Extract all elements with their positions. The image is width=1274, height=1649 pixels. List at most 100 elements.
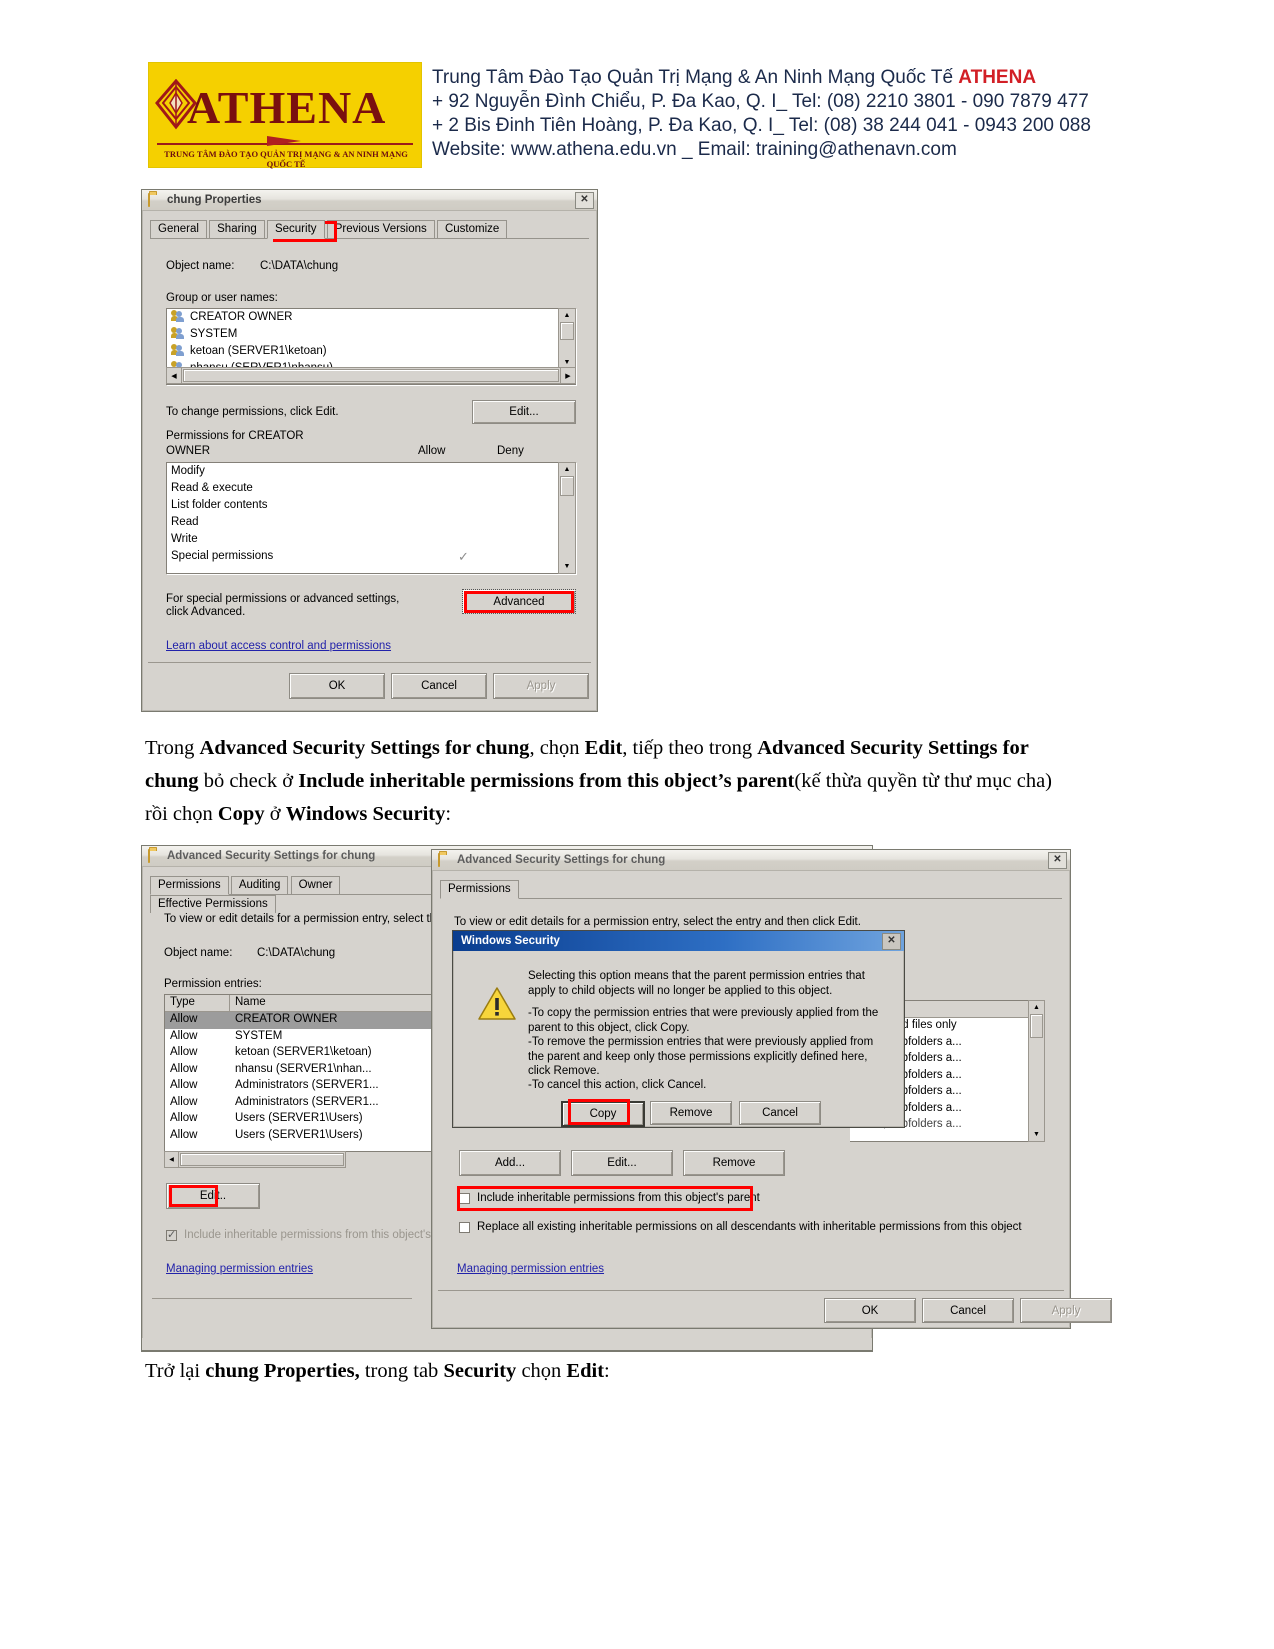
para2-t4: :: [604, 1360, 610, 1382]
adv-front-ok-button[interactable]: OK: [824, 1298, 916, 1323]
scroll-thumb-h[interactable]: [183, 369, 559, 382]
scroll-up-icon[interactable]: ▲: [559, 463, 575, 476]
adv-front-edit-button[interactable]: Edit...: [571, 1150, 673, 1176]
athena-letterhead: ATHENA TRUNG TÂM ĐÀO TẠO QUẢN TRỊ MẠNG &…: [148, 62, 1091, 169]
scroll-thumb-h[interactable]: [180, 1153, 344, 1166]
adv-front-cancel-button[interactable]: Cancel: [922, 1298, 1014, 1323]
scroll-right-icon[interactable]: ▶: [560, 368, 575, 383]
tab-permissions[interactable]: Permissions: [440, 880, 519, 899]
managing-permission-entries-link[interactable]: Managing permission entries: [457, 1263, 604, 1275]
list-item[interactable]: CREATOR OWNER: [167, 309, 575, 326]
scroll-left-icon[interactable]: ◀: [167, 368, 182, 383]
tab-previous-versions[interactable]: Previous Versions: [326, 220, 435, 238]
close-icon[interactable]: ✕: [575, 191, 594, 209]
copy-button[interactable]: Copy: [561, 1101, 645, 1127]
scroll-thumb[interactable]: [560, 322, 574, 340]
letterhead-line-3: + 2 Bis Đinh Tiên Hoàng, P. Đa Kao, Q. I…: [432, 115, 1091, 136]
cell-name: SYSTEM: [235, 1029, 283, 1042]
cell-type: Allow: [170, 1062, 198, 1075]
windows-security-titlebar: Windows Security ✕: [453, 931, 904, 951]
cancel-button[interactable]: Cancel: [391, 673, 487, 699]
permission-row[interactable]: Special permissions ✓: [167, 548, 575, 565]
adv-front-titlebar: Advanced Security Settings for chung ✕: [432, 850, 1070, 871]
tab-security[interactable]: Security: [266, 220, 325, 239]
adv-front-hint: To view or edit details for a permission…: [454, 916, 861, 928]
permission-name: Read & execute: [171, 482, 253, 494]
dialog-separator: [438, 1290, 1064, 1291]
add-button[interactable]: Add...: [459, 1150, 561, 1176]
list-item-label: CREATOR OWNER: [190, 311, 293, 323]
tab-permissions[interactable]: Permissions: [150, 876, 229, 895]
tab-sharing[interactable]: Sharing: [209, 220, 265, 238]
managing-permission-entries-link-back[interactable]: Managing permission entries: [166, 1263, 313, 1275]
para2-b2: Security: [443, 1360, 517, 1382]
scroll-down-icon[interactable]: ▼: [559, 560, 575, 573]
cell-name: Users (SERVER1\Users): [235, 1128, 363, 1141]
advanced-hint-line2: click Advanced.: [166, 606, 246, 618]
adv-front-title: Advanced Security Settings for chung: [457, 854, 666, 866]
scroll-left-icon[interactable]: ◀: [165, 1152, 179, 1167]
change-permissions-hint: To change permissions, click Edit.: [166, 406, 339, 418]
close-icon[interactable]: ✕: [1048, 851, 1067, 869]
instruction-paragraph-2: Trở lại chung Properties, trong tab Secu…: [145, 1355, 1075, 1388]
permission-row[interactable]: Modify: [167, 463, 575, 480]
group-list-vscrollbar[interactable]: ▲ ▼: [558, 308, 576, 370]
permission-row[interactable]: Write: [167, 531, 575, 548]
permission-row[interactable]: Read & execute: [167, 480, 575, 497]
entries-hscrollbar[interactable]: ◀: [164, 1151, 346, 1168]
ok-button[interactable]: OK: [289, 673, 385, 699]
replace-permissions-checkbox[interactable]: [459, 1222, 470, 1233]
scroll-up-icon[interactable]: ▲: [1029, 1001, 1044, 1014]
folder-icon: [438, 852, 452, 867]
scroll-up-icon[interactable]: ▲: [559, 309, 575, 322]
list-item[interactable]: ketoan (SERVER1\ketoan): [167, 343, 575, 360]
adv-back-edit-button[interactable]: Edit..: [166, 1183, 260, 1209]
learn-about-access-control-link[interactable]: Learn about access control and permissio…: [166, 640, 391, 652]
scroll-thumb[interactable]: [1030, 1014, 1043, 1038]
permission-allow: [426, 498, 501, 513]
permission-row[interactable]: Read: [167, 514, 575, 531]
para1-t2: , chọn: [529, 737, 585, 759]
scroll-down-icon[interactable]: ▼: [1029, 1128, 1044, 1141]
tab-auditing[interactable]: Auditing: [230, 876, 289, 894]
deny-column-header: Deny: [497, 445, 524, 457]
para2-t2: trong tab: [359, 1360, 444, 1382]
permissions-vscrollbar[interactable]: ▲ ▼: [558, 462, 576, 574]
permission-row[interactable]: List folder contents: [167, 497, 575, 514]
tab-general[interactable]: General: [150, 220, 207, 238]
ws-remove-button[interactable]: Remove: [650, 1101, 732, 1125]
users-icon: [171, 344, 185, 356]
remove-button[interactable]: Remove: [683, 1150, 785, 1176]
cell-name: Users (SERVER1\Users): [235, 1112, 363, 1124]
para1-b5: Copy: [217, 803, 265, 825]
permission-deny: [501, 549, 561, 564]
list-item[interactable]: SYSTEM: [167, 326, 575, 343]
allow-column-header: Allow: [418, 445, 446, 457]
logo-arrow-icon: [267, 136, 301, 146]
tab-customize[interactable]: Customize: [436, 220, 508, 238]
windows-security-dialog: Windows Security ✕ Selecting this option…: [452, 930, 905, 1128]
permission-deny: [501, 481, 561, 496]
include-inheritable-checkbox[interactable]: [459, 1193, 470, 1204]
letterhead-line-1-brand: ATHENA: [958, 67, 1037, 88]
apply-button: Apply: [493, 673, 589, 699]
col-type[interactable]: Type: [165, 995, 230, 1011]
col-name[interactable]: Name: [230, 995, 442, 1011]
close-icon[interactable]: ✕: [882, 932, 901, 950]
permission-allow: [426, 532, 501, 547]
edit-button[interactable]: Edit...: [472, 400, 576, 424]
ws-cancel-button[interactable]: Cancel: [739, 1101, 821, 1125]
apply-to-vscrollbar[interactable]: ▲ ▼: [1028, 1000, 1045, 1142]
permission-name: Modify: [171, 465, 205, 477]
object-name-label: Object name:: [166, 260, 235, 272]
scroll-thumb[interactable]: [560, 476, 574, 496]
tab-owner[interactable]: Owner: [290, 876, 341, 894]
advanced-button[interactable]: Advanced: [462, 589, 576, 614]
permissions-list[interactable]: Modify Read & execute List folder conten…: [166, 462, 576, 574]
include-inheritable-checkbox-back[interactable]: [166, 1228, 177, 1241]
letterhead-line-2: + 92 Nguyễn Đình Chiểu, P. Đa Kao, Q. I_…: [432, 91, 1089, 112]
group-list-hscrollbar[interactable]: ◀ ▶: [166, 367, 576, 384]
para2-b1: chung Properties,: [205, 1360, 360, 1382]
tab-effective-permissions[interactable]: Effective Permissions: [150, 895, 276, 913]
para1-t1: Trong: [145, 737, 200, 759]
